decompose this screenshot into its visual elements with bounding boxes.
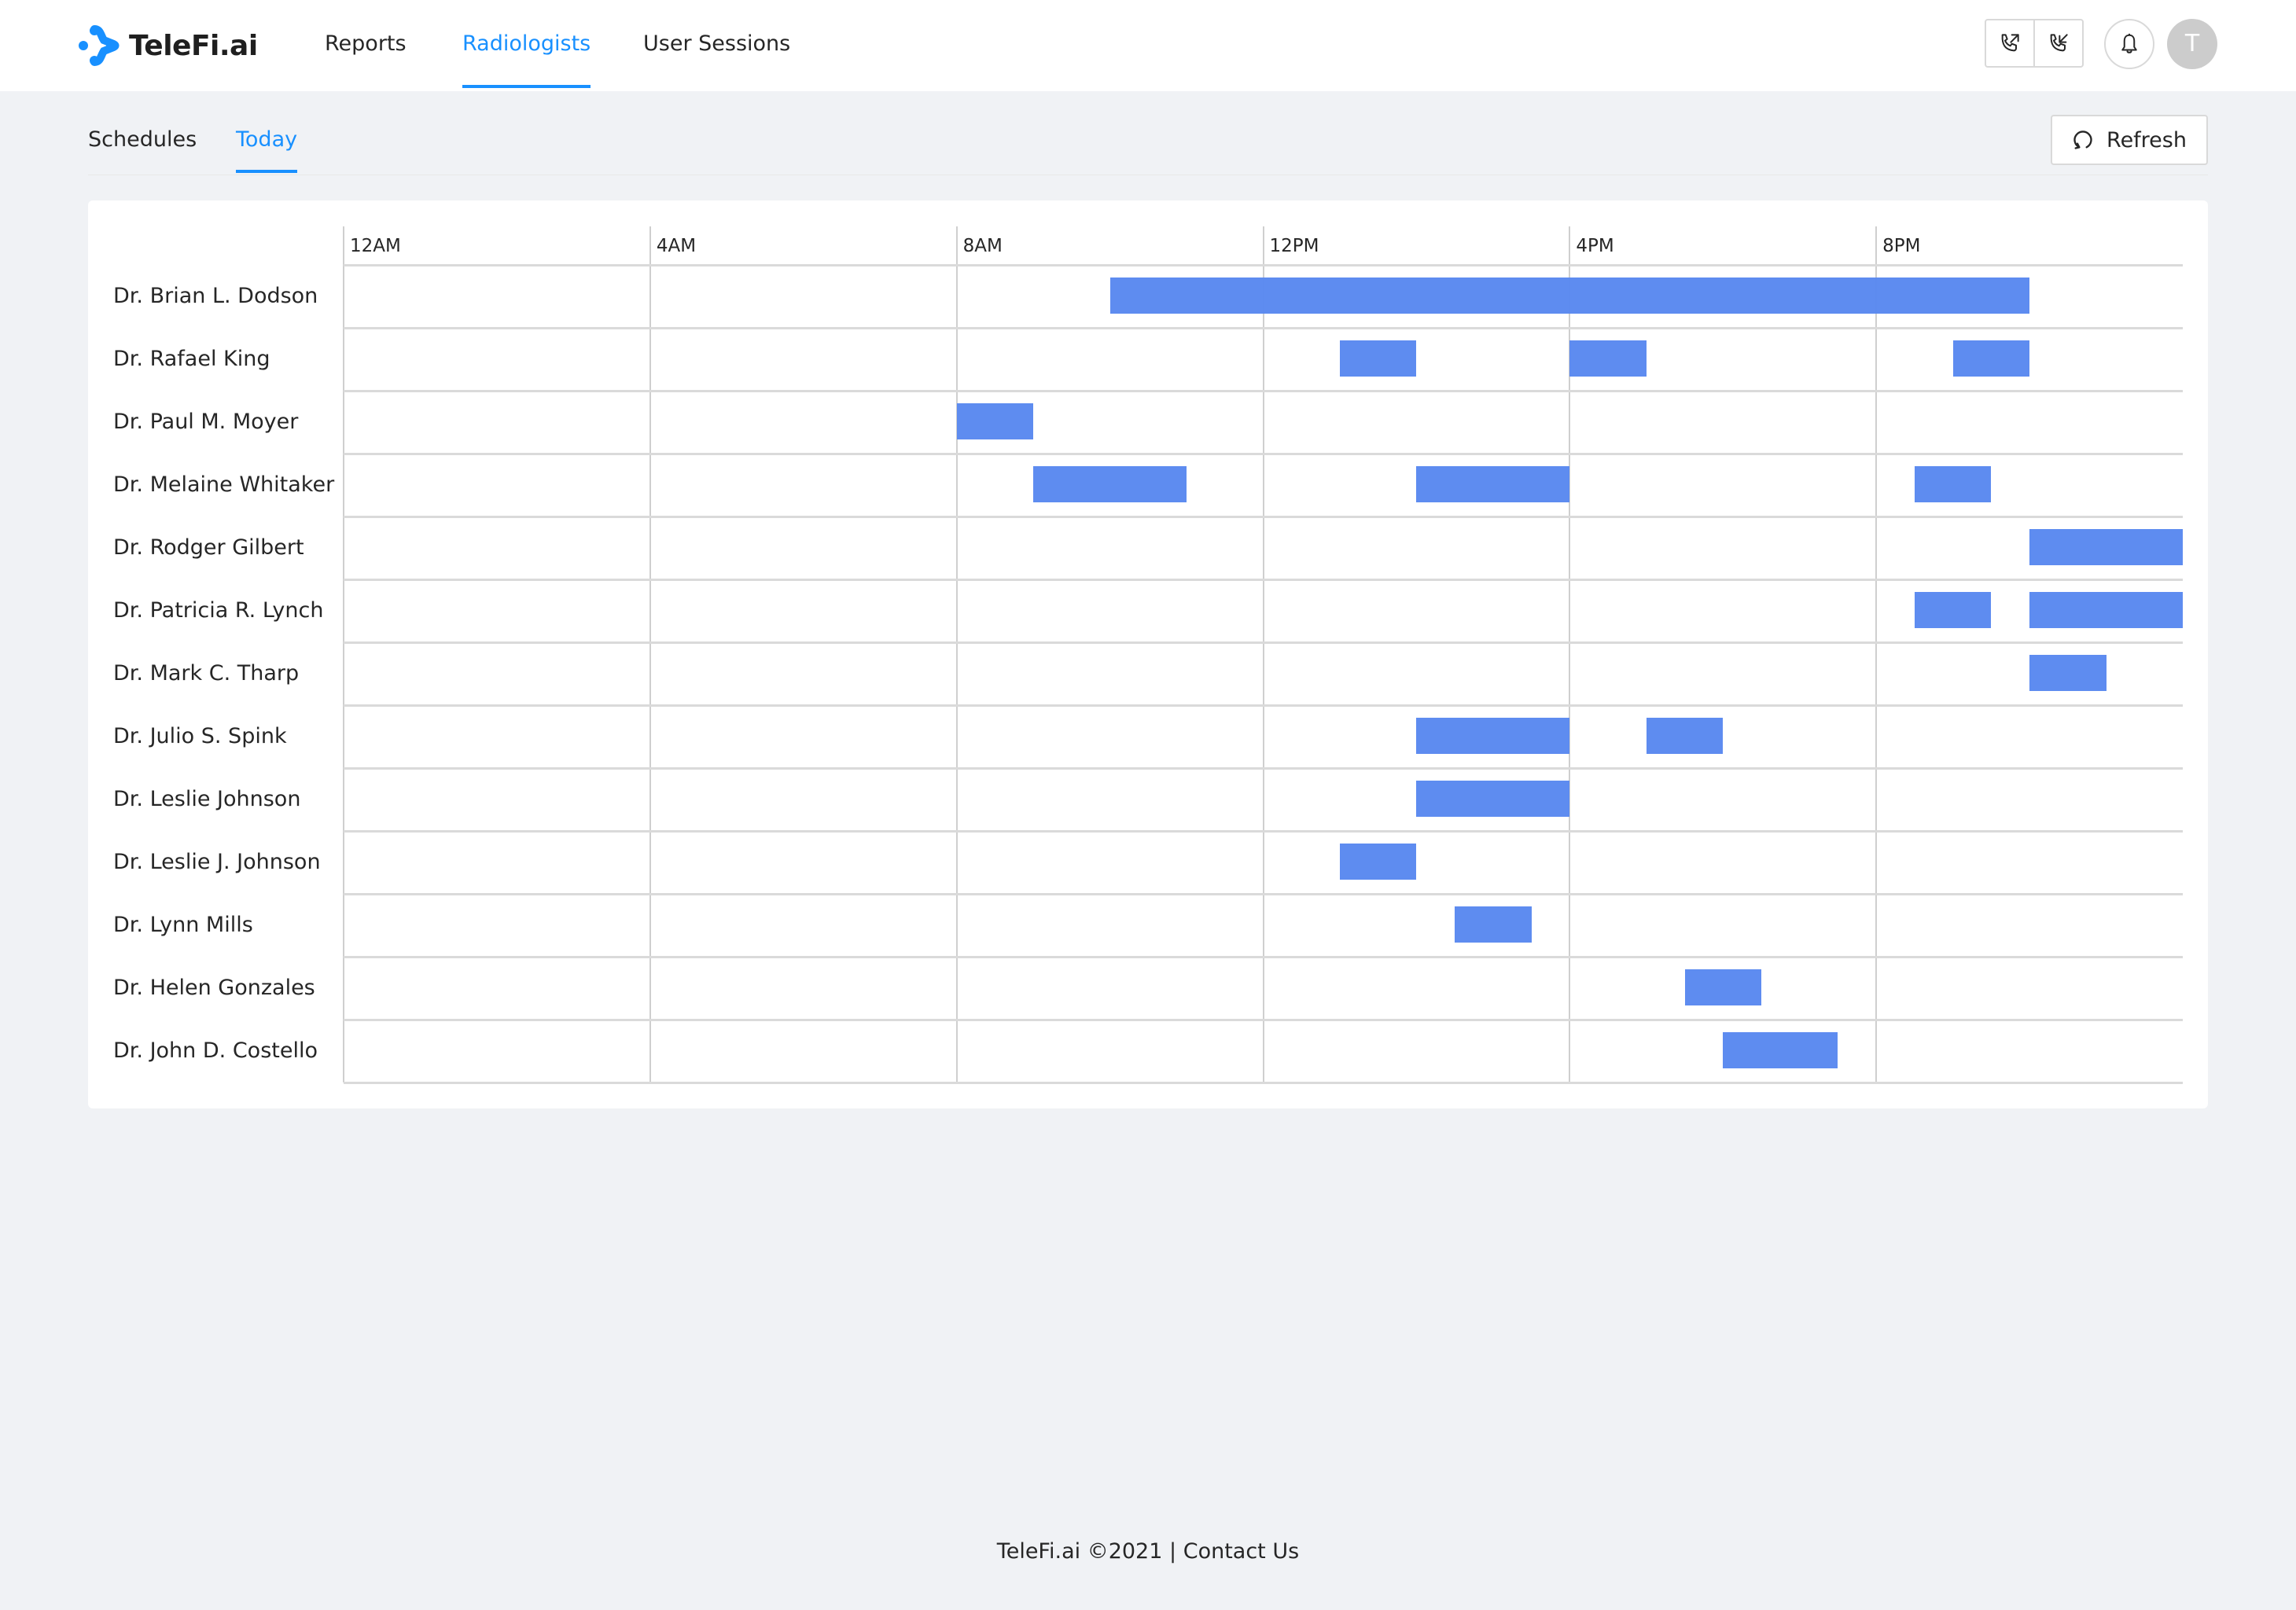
x-tick-label: 12AM <box>350 236 401 256</box>
contact-us-link[interactable]: Contact Us <box>1183 1539 1299 1564</box>
today-timeline-chart: 12AM 4AM 8AM 12PM 4PM 8PM Dr. Brian L. Dodson D… <box>88 200 2208 1108</box>
grid-line-horizontal <box>344 704 2183 707</box>
top-header: TeleFi.ai Reports Radiologists User Sess… <box>0 0 2296 91</box>
footer-separator: | <box>1169 1539 1177 1564</box>
radiologist-name: Dr. John D. Costello <box>113 1038 318 1063</box>
radiologist-name: Dr. Rafael King <box>113 347 270 371</box>
radiologist-name: Dr. Leslie J. Johnson <box>113 850 321 874</box>
radiologist-name: Dr. Brian L. Dodson <box>113 284 318 308</box>
grid-line-horizontal <box>344 830 2183 833</box>
grid-line-vertical <box>955 226 958 1083</box>
shift-bar[interactable] <box>1339 340 1417 377</box>
phone-incoming-icon <box>2050 34 2068 52</box>
incoming-call-button[interactable] <box>2033 20 2082 66</box>
shift-bar[interactable] <box>1646 718 1724 754</box>
outgoing-call-button[interactable] <box>1986 20 2033 66</box>
call-button-group <box>1985 19 2084 68</box>
phone-outgoing-icon <box>2001 34 2019 52</box>
footer: TeleFi.ai ©2021 | Contact Us <box>0 1539 2296 1564</box>
shift-bar[interactable] <box>1339 844 1417 880</box>
grid-line-horizontal <box>344 956 2183 958</box>
shift-bar[interactable] <box>1416 718 1570 754</box>
shift-bar[interactable] <box>1033 466 1187 502</box>
refresh-label: Refresh <box>2107 127 2187 153</box>
footer-copyright: TeleFi.ai ©2021 <box>996 1539 1163 1564</box>
shift-bar[interactable] <box>1455 906 1532 943</box>
grid-line-horizontal <box>344 453 2183 455</box>
shift-bar[interactable] <box>1952 340 2030 377</box>
schedule-card: 12AM 4AM 8AM 12PM 4PM 8PM Dr. Brian L. Dodson D… <box>88 200 2208 1108</box>
brand-name: TeleFi.ai <box>129 29 258 62</box>
grid-line-vertical <box>1875 226 1878 1083</box>
grid-line-horizontal <box>344 641 2183 644</box>
radiologist-name: Dr. Helen Gonzales <box>113 976 315 1000</box>
shift-bar[interactable] <box>1914 592 1992 628</box>
grid-line-horizontal <box>344 327 2183 329</box>
grid-line-horizontal <box>344 893 2183 895</box>
radiologist-name: Dr. Leslie Johnson <box>113 787 301 811</box>
grid-line-horizontal <box>344 516 2183 518</box>
shift-bar[interactable] <box>1416 781 1570 817</box>
nav-user-sessions[interactable]: User Sessions <box>643 0 790 91</box>
x-tick-label: 8PM <box>1882 236 1921 256</box>
shift-bar[interactable] <box>2029 529 2183 565</box>
user-avatar[interactable]: T <box>2167 19 2217 69</box>
brand-logo[interactable]: TeleFi.ai <box>77 24 258 68</box>
shift-bar[interactable] <box>2029 592 2183 628</box>
grid-line-vertical <box>649 226 651 1083</box>
grid-line-horizontal <box>344 1019 2183 1021</box>
x-tick-label: 4AM <box>656 236 697 256</box>
logo-icon <box>79 25 120 66</box>
shift-bar[interactable] <box>1416 466 1570 502</box>
x-tick-label: 8AM <box>962 236 1003 256</box>
radiologist-name: Dr. Julio S. Spink <box>113 724 287 748</box>
refresh-button[interactable]: Refresh <box>2051 115 2208 165</box>
radiologist-name: Dr. Paul M. Moyer <box>113 410 299 434</box>
radiologist-name: Dr. Lynn Mills <box>113 913 253 937</box>
radiologist-name: Dr. Patricia R. Lynch <box>113 598 324 623</box>
nav-reports[interactable]: Reports <box>325 0 407 91</box>
tab-schedules[interactable]: Schedules <box>88 115 197 173</box>
shift-bar[interactable] <box>1914 466 1992 502</box>
reload-icon <box>2073 130 2092 149</box>
grid-line-vertical <box>1262 226 1264 1083</box>
grid-line-horizontal <box>344 767 2183 770</box>
notifications-button[interactable] <box>2104 19 2154 69</box>
grid-line-horizontal <box>344 390 2183 392</box>
shift-bar[interactable] <box>2029 655 2107 691</box>
nav-radiologists[interactable]: Radiologists <box>462 0 591 91</box>
shift-bar[interactable] <box>1723 1032 1838 1068</box>
grid-line-horizontal <box>344 1082 2183 1084</box>
x-tick-label: 12PM <box>1269 236 1319 256</box>
shift-bar[interactable] <box>956 403 1034 439</box>
grid-line-vertical <box>343 226 344 1083</box>
bell-icon <box>2121 33 2137 53</box>
shift-bar[interactable] <box>1684 969 1761 1005</box>
grid-line-horizontal <box>344 579 2183 581</box>
x-tick-label: 4PM <box>1576 236 1614 256</box>
shift-bar[interactable] <box>1109 278 2030 314</box>
tab-today[interactable]: Today <box>236 115 298 173</box>
shift-bar[interactable] <box>1569 340 1647 377</box>
grid-line-horizontal <box>344 264 2183 266</box>
radiologist-name: Dr. Rodger Gilbert <box>113 535 304 560</box>
radiologist-name: Dr. Melaine Whitaker <box>113 472 335 497</box>
radiologist-name: Dr. Mark C. Tharp <box>113 661 300 686</box>
